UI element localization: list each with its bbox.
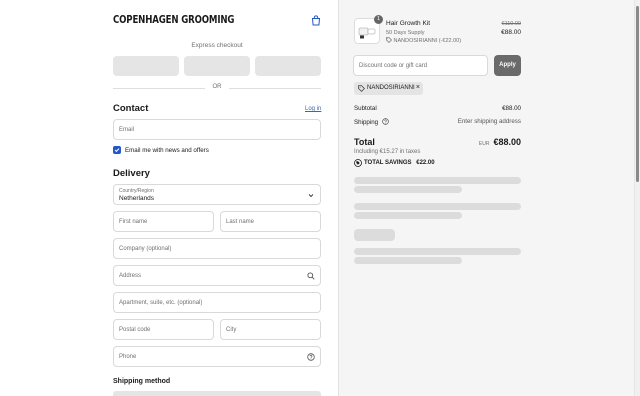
loading-skeleton xyxy=(354,203,521,210)
tag-icon xyxy=(386,37,392,43)
checkmark-icon xyxy=(114,148,120,153)
first-name-placeholder: First name xyxy=(119,219,148,225)
search-icon xyxy=(307,272,315,280)
loading-skeleton xyxy=(354,177,521,184)
express-pay-button-2[interactable] xyxy=(184,56,250,76)
shipping-row: Shipping xyxy=(354,118,389,126)
product-name: Hair Growth Kit xyxy=(386,20,431,27)
shipping-method-heading: Shipping method xyxy=(113,378,171,385)
shipping-method-placeholder xyxy=(113,391,321,396)
total-label: Total xyxy=(354,137,375,147)
divider xyxy=(113,88,205,89)
express-pay-button-1[interactable] xyxy=(113,56,179,76)
address-placeholder: Address xyxy=(119,273,142,279)
company-placeholder: Company (optional) xyxy=(119,246,172,252)
scrollbar[interactable] xyxy=(634,0,640,396)
email-placeholder: Email xyxy=(119,127,135,133)
email-field[interactable]: Email xyxy=(113,119,321,140)
total-value: €88.00 xyxy=(493,137,521,147)
chevron-down-icon xyxy=(308,194,314,198)
country-value: Netherlands xyxy=(119,195,155,202)
newsletter-label: Email me with news and offers xyxy=(125,147,209,154)
or-separator: OR xyxy=(212,84,222,90)
last-name-field[interactable]: Last name xyxy=(220,211,321,232)
brand-logo[interactable]: COPENHAGEN GROOMING xyxy=(113,14,234,26)
shopping-bag-icon[interactable] xyxy=(311,15,321,26)
phone-placeholder: Phone xyxy=(119,354,137,360)
checkout-form-panel: COPENHAGEN GROOMING Express checkout OR … xyxy=(0,0,338,396)
login-link[interactable]: Log in xyxy=(305,106,321,112)
apply-button[interactable]: Apply xyxy=(494,55,521,76)
total-value-row: EUR €88.00 xyxy=(420,137,521,147)
applied-discount-code: NANDOSIRIANNI xyxy=(367,85,415,91)
savings-tag-icon xyxy=(354,159,362,167)
scrollbar-thumb[interactable] xyxy=(636,6,639,182)
loading-skeleton xyxy=(354,212,462,219)
delivery-heading: Delivery xyxy=(113,168,150,179)
city-placeholder: City xyxy=(226,327,237,333)
loading-skeleton xyxy=(354,186,462,193)
product-variant: 50 Days Supply xyxy=(386,30,425,36)
company-field[interactable]: Company (optional) xyxy=(113,238,321,259)
quantity-badge: 1 xyxy=(374,15,383,24)
last-name-placeholder: Last name xyxy=(226,219,255,225)
help-icon[interactable] xyxy=(307,353,315,361)
apartment-field[interactable]: Apartment, suite, etc. (optional) xyxy=(113,292,321,313)
product-discount-text: NANDOSIRIANNI (-€22.00) xyxy=(393,38,462,44)
subtotal-value: €88.00 xyxy=(502,105,521,112)
postal-code-field[interactable]: Postal code xyxy=(113,319,214,340)
divider xyxy=(229,88,321,89)
first-name-field[interactable]: First name xyxy=(113,211,214,232)
postal-code-placeholder: Postal code xyxy=(119,327,151,333)
loading-skeleton xyxy=(354,229,395,241)
shipping-value: Enter shipping address xyxy=(457,118,521,125)
shipping-label: Shipping xyxy=(354,119,379,126)
applied-discount-chip: NANDOSIRIANNI × xyxy=(354,82,423,95)
contact-heading: Contact xyxy=(113,103,149,114)
discount-code-field[interactable]: Discount code or gift card xyxy=(353,55,488,76)
apartment-placeholder: Apartment, suite, etc. (optional) xyxy=(119,300,203,306)
tag-icon xyxy=(358,85,365,92)
product-old-price: €110.00 xyxy=(501,21,521,27)
discount-code-placeholder: Discount code or gift card xyxy=(359,63,428,69)
total-savings-label: TOTAL SAVINGS xyxy=(364,160,412,166)
total-savings-value: €22.00 xyxy=(416,160,435,166)
address-field[interactable]: Address xyxy=(113,265,321,286)
country-label: Country/Region xyxy=(119,188,154,194)
subtotal-label: Subtotal xyxy=(354,105,377,112)
product-discount: NANDOSIRIANNI (-€22.00) xyxy=(386,37,461,44)
remove-discount-icon[interactable]: × xyxy=(416,84,420,91)
taxes-note: Including €15.27 in taxes xyxy=(354,149,421,155)
country-select[interactable]: Country/Region Netherlands xyxy=(113,184,321,205)
loading-skeleton xyxy=(354,257,462,264)
city-field[interactable]: City xyxy=(220,319,321,340)
total-savings: TOTAL SAVINGS €22.00 xyxy=(364,160,435,166)
express-pay-button-3[interactable] xyxy=(255,56,321,76)
newsletter-checkbox[interactable] xyxy=(113,146,121,154)
phone-field[interactable]: Phone xyxy=(113,346,321,367)
product-price: €88.00 xyxy=(501,29,521,36)
currency-code: EUR xyxy=(478,141,490,147)
help-icon[interactable] xyxy=(382,118,389,125)
loading-skeleton xyxy=(354,248,521,255)
express-checkout-title: Express checkout xyxy=(191,42,243,49)
